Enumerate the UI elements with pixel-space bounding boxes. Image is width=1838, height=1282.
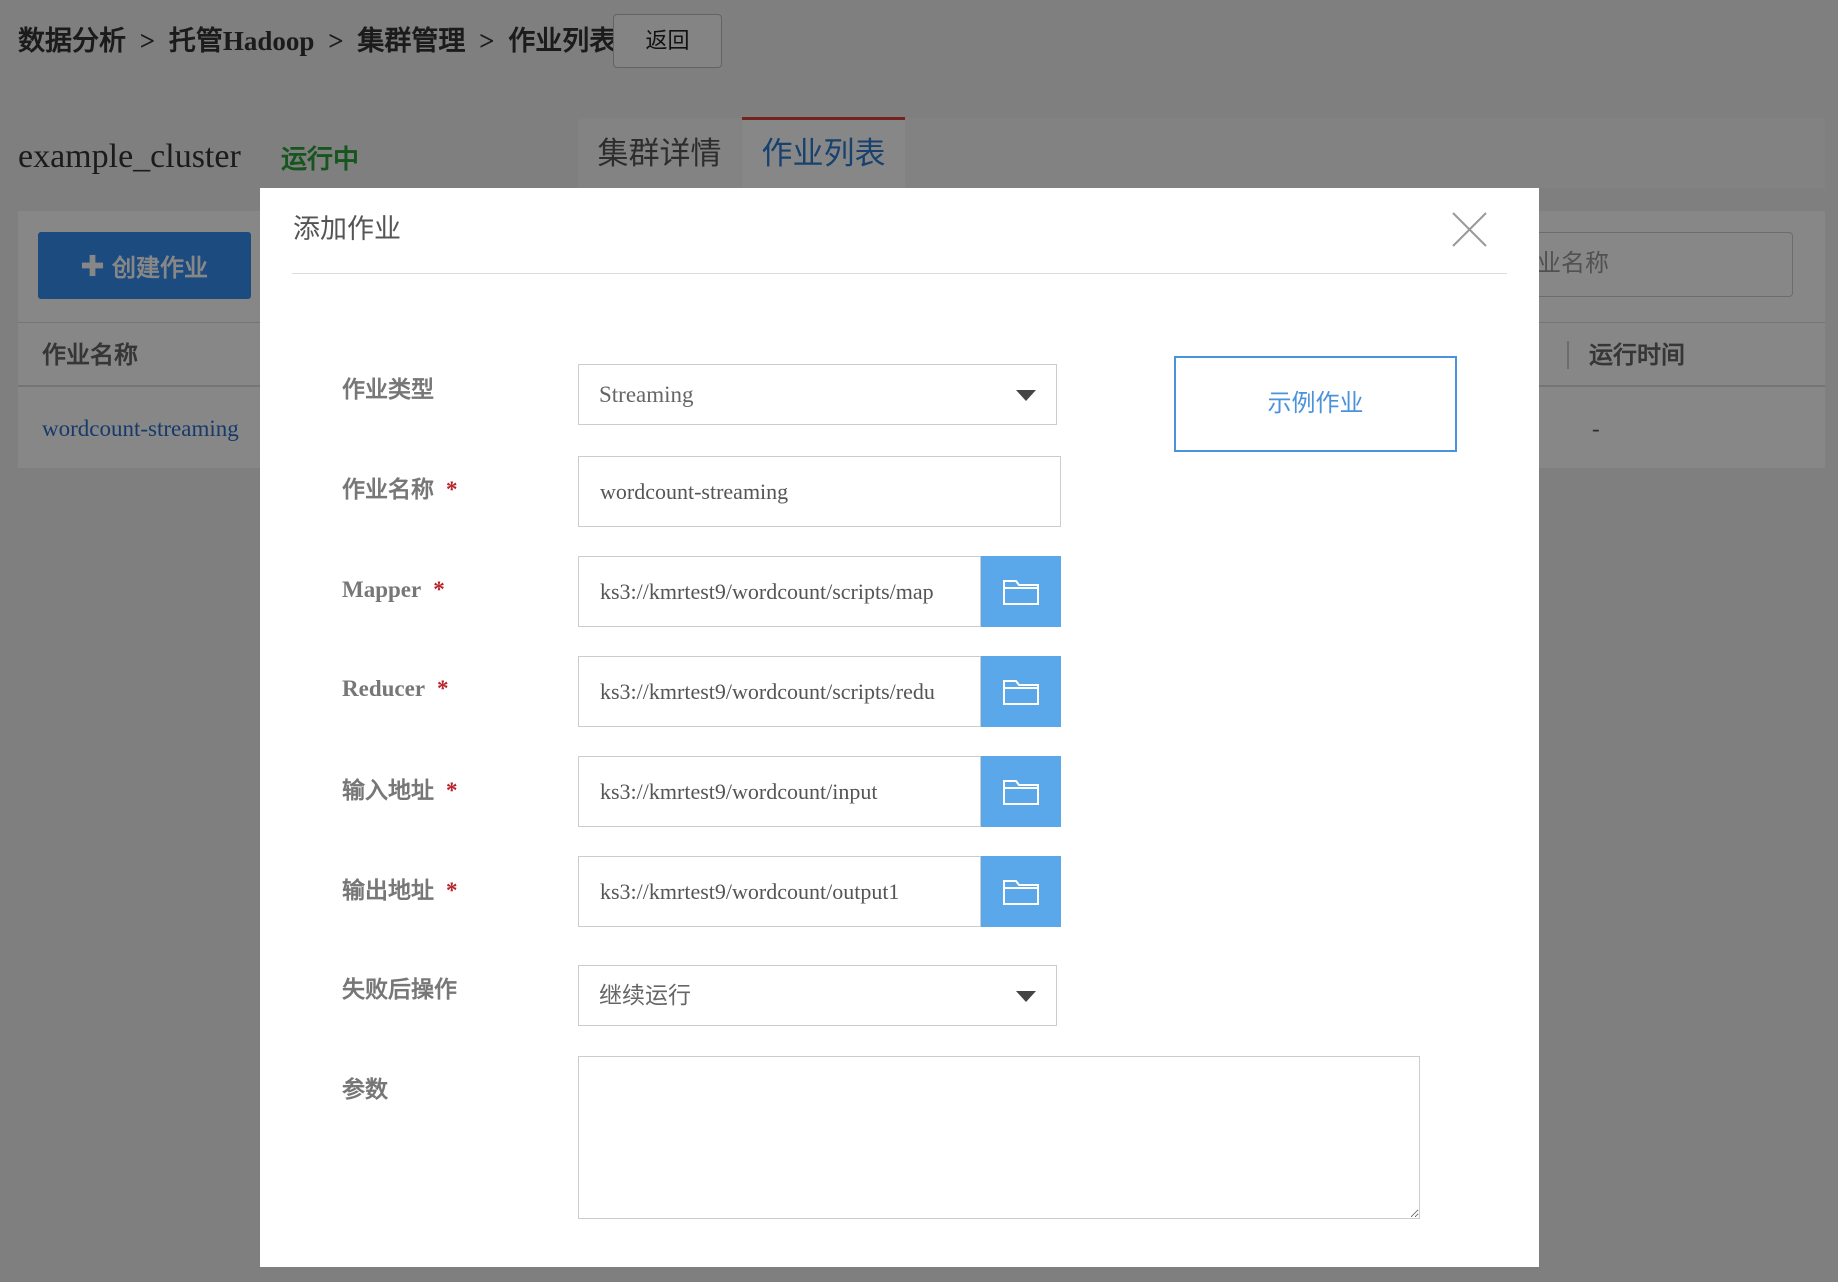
params-label: 参数 [342, 1075, 388, 1105]
output-path-input[interactable] [578, 856, 981, 927]
input-path-input[interactable] [578, 756, 981, 827]
caret-down-icon [1016, 390, 1036, 401]
job-name-input[interactable] [578, 456, 1061, 527]
job-name-label: 作业名称 * [342, 475, 458, 505]
close-button[interactable] [1451, 211, 1488, 248]
output-path-browse-button[interactable] [981, 856, 1061, 927]
folder-icon [1003, 579, 1039, 605]
job-name-label-text: 作业名称 [342, 477, 434, 502]
job-type-label-text: 作业类型 [342, 377, 434, 402]
reducer-label: Reducer * [342, 674, 449, 704]
required-mark: * [433, 577, 445, 602]
on-failure-select[interactable]: 继续运行 [578, 965, 1057, 1026]
output-path-label-text: 输出地址 [342, 878, 434, 903]
params-label-text: 参数 [342, 1077, 388, 1102]
required-mark: * [446, 778, 458, 803]
required-mark: * [446, 477, 458, 502]
job-type-select[interactable]: Streaming [578, 364, 1057, 425]
mapper-path-input[interactable] [578, 556, 981, 627]
reducer-browse-button[interactable] [981, 656, 1061, 727]
mapper-label-text: Mapper [342, 577, 422, 602]
reducer-path-input[interactable] [578, 656, 981, 727]
dialog-header-divider [292, 273, 1507, 274]
job-type-value: Streaming [599, 382, 694, 407]
folder-icon [1003, 879, 1039, 905]
on-failure-value: 继续运行 [599, 983, 691, 1008]
job-type-label: 作业类型 [342, 375, 434, 405]
on-failure-label: 失败后操作 [342, 975, 457, 1005]
folder-icon [1003, 679, 1039, 705]
mapper-label: Mapper * [342, 575, 445, 605]
caret-down-icon [1016, 991, 1036, 1002]
reducer-label-text: Reducer [342, 676, 426, 701]
folder-icon [1003, 779, 1039, 805]
required-mark: * [437, 676, 449, 701]
mapper-browse-button[interactable] [981, 556, 1061, 627]
output-path-label: 输出地址 * [342, 876, 458, 906]
dialog-title: 添加作业 [293, 214, 401, 244]
params-textarea[interactable] [578, 1056, 1420, 1219]
add-job-dialog: 添加作业 作业类型 Streaming 示例作业 作业名称 * Mapper * R… [260, 188, 1539, 1267]
close-icon [1452, 212, 1487, 247]
input-path-browse-button[interactable] [981, 756, 1061, 827]
example-job-button[interactable]: 示例作业 [1174, 356, 1457, 452]
required-mark: * [446, 878, 458, 903]
input-path-label-text: 输入地址 [342, 778, 434, 803]
on-failure-label-text: 失败后操作 [342, 977, 457, 1002]
input-path-label: 输入地址 * [342, 776, 458, 806]
